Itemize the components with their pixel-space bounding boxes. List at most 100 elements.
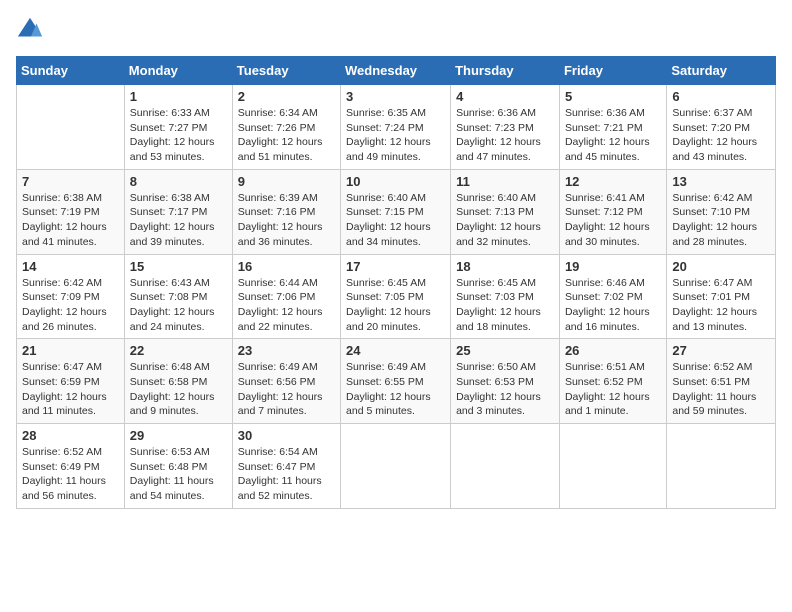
- day-info: Sunrise: 6:49 AM Sunset: 6:55 PM Dayligh…: [346, 360, 445, 419]
- day-number: 2: [238, 89, 335, 104]
- day-number: 9: [238, 174, 335, 189]
- day-number: 6: [672, 89, 770, 104]
- day-cell: 3 Sunrise: 6:35 AM Sunset: 7:24 PM Daylig…: [341, 85, 451, 170]
- day-info: Sunrise: 6:48 AM Sunset: 6:58 PM Dayligh…: [130, 360, 227, 419]
- day-number: 23: [238, 343, 335, 358]
- day-info: Sunrise: 6:53 AM Sunset: 6:48 PM Dayligh…: [130, 445, 227, 504]
- day-cell: 26 Sunrise: 6:51 AM Sunset: 6:52 PM Dayli…: [559, 339, 666, 424]
- day-cell: 10Sunrise: 6:40 AM Sunset: 7:15 PM Dayli…: [341, 169, 451, 254]
- day-cell: 24 Sunrise: 6:49 AM Sunset: 6:55 PM Dayli…: [341, 339, 451, 424]
- page-header: [16, 16, 776, 44]
- day-cell: 6 Sunrise: 6:37 AM Sunset: 7:20 PM Daylig…: [667, 85, 776, 170]
- day-cell: 2 Sunrise: 6:34 AM Sunset: 7:26 PM Daylig…: [232, 85, 340, 170]
- day-info: Sunrise: 6:47 AM Sunset: 6:59 PM Dayligh…: [22, 360, 119, 419]
- calendar-body: 1 Sunrise: 6:33 AM Sunset: 7:27 PM Daylig…: [17, 85, 776, 509]
- day-number: 16: [238, 259, 335, 274]
- day-info: Sunrise: 6:54 AM Sunset: 6:47 PM Dayligh…: [238, 445, 335, 504]
- day-number: 30: [238, 428, 335, 443]
- day-cell: 13 Sunrise: 6:42 AM Sunset: 7:10 PM Dayli…: [667, 169, 776, 254]
- day-number: 13: [672, 174, 770, 189]
- day-number: 27: [672, 343, 770, 358]
- day-number: 3: [346, 89, 445, 104]
- day-cell: 5 Sunrise: 6:36 AM Sunset: 7:21 PM Daylig…: [559, 85, 666, 170]
- day-number: 19: [565, 259, 661, 274]
- day-info: Sunrise: 6:38 AM Sunset: 7:17 PM Dayligh…: [130, 191, 227, 250]
- day-cell: 12Sunrise: 6:41 AM Sunset: 7:12 PM Dayli…: [559, 169, 666, 254]
- calendar-header: SundayMondayTuesdayWednesdayThursdayFrid…: [17, 57, 776, 85]
- day-cell: [667, 424, 776, 509]
- day-number: 12: [565, 174, 661, 189]
- day-cell: 4Sunrise: 6:36 AM Sunset: 7:23 PM Daylig…: [451, 85, 560, 170]
- day-number: 24: [346, 343, 445, 358]
- logo-icon: [16, 16, 44, 44]
- day-cell: 8Sunrise: 6:38 AM Sunset: 7:17 PM Daylig…: [124, 169, 232, 254]
- header-thursday: Thursday: [451, 57, 560, 85]
- day-info: Sunrise: 6:42 AM Sunset: 7:09 PM Dayligh…: [22, 276, 119, 335]
- day-info: Sunrise: 6:40 AM Sunset: 7:13 PM Dayligh…: [456, 191, 554, 250]
- week-row-1: 1 Sunrise: 6:33 AM Sunset: 7:27 PM Daylig…: [17, 85, 776, 170]
- day-number: 17: [346, 259, 445, 274]
- day-cell: 20 Sunrise: 6:47 AM Sunset: 7:01 PM Dayli…: [667, 254, 776, 339]
- day-number: 14: [22, 259, 119, 274]
- day-cell: [341, 424, 451, 509]
- header-wednesday: Wednesday: [341, 57, 451, 85]
- day-info: Sunrise: 6:43 AM Sunset: 7:08 PM Dayligh…: [130, 276, 227, 335]
- day-info: Sunrise: 6:46 AM Sunset: 7:02 PM Dayligh…: [565, 276, 661, 335]
- day-cell: 19 Sunrise: 6:46 AM Sunset: 7:02 PM Dayli…: [559, 254, 666, 339]
- day-info: Sunrise: 6:35 AM Sunset: 7:24 PM Dayligh…: [346, 106, 445, 165]
- day-info: Sunrise: 6:50 AM Sunset: 6:53 PM Dayligh…: [456, 360, 554, 419]
- week-row-5: 28 Sunrise: 6:52 AM Sunset: 6:49 PM Dayli…: [17, 424, 776, 509]
- day-number: 1: [130, 89, 227, 104]
- day-info: Sunrise: 6:51 AM Sunset: 6:52 PM Dayligh…: [565, 360, 661, 419]
- day-cell: 27Sunrise: 6:52 AM Sunset: 6:51 PM Dayli…: [667, 339, 776, 424]
- calendar-table: SundayMondayTuesdayWednesdayThursdayFrid…: [16, 56, 776, 509]
- day-info: Sunrise: 6:36 AM Sunset: 7:21 PM Dayligh…: [565, 106, 661, 165]
- day-cell: 17 Sunrise: 6:45 AM Sunset: 7:05 PM Dayli…: [341, 254, 451, 339]
- header-tuesday: Tuesday: [232, 57, 340, 85]
- day-number: 22: [130, 343, 227, 358]
- logo: [16, 16, 48, 44]
- day-info: Sunrise: 6:33 AM Sunset: 7:27 PM Dayligh…: [130, 106, 227, 165]
- day-info: Sunrise: 6:42 AM Sunset: 7:10 PM Dayligh…: [672, 191, 770, 250]
- day-info: Sunrise: 6:34 AM Sunset: 7:26 PM Dayligh…: [238, 106, 335, 165]
- day-number: 7: [22, 174, 119, 189]
- day-cell: 29 Sunrise: 6:53 AM Sunset: 6:48 PM Dayli…: [124, 424, 232, 509]
- day-info: Sunrise: 6:40 AM Sunset: 7:15 PM Dayligh…: [346, 191, 445, 250]
- header-friday: Friday: [559, 57, 666, 85]
- week-row-3: 14 Sunrise: 6:42 AM Sunset: 7:09 PM Dayli…: [17, 254, 776, 339]
- header-saturday: Saturday: [667, 57, 776, 85]
- day-number: 26: [565, 343, 661, 358]
- day-info: Sunrise: 6:52 AM Sunset: 6:49 PM Dayligh…: [22, 445, 119, 504]
- day-number: 18: [456, 259, 554, 274]
- day-cell: [17, 85, 125, 170]
- day-cell: 14 Sunrise: 6:42 AM Sunset: 7:09 PM Dayli…: [17, 254, 125, 339]
- day-cell: 30 Sunrise: 6:54 AM Sunset: 6:47 PM Dayli…: [232, 424, 340, 509]
- day-info: Sunrise: 6:44 AM Sunset: 7:06 PM Dayligh…: [238, 276, 335, 335]
- day-cell: [451, 424, 560, 509]
- day-number: 11: [456, 174, 554, 189]
- day-info: Sunrise: 6:45 AM Sunset: 7:05 PM Dayligh…: [346, 276, 445, 335]
- day-info: Sunrise: 6:49 AM Sunset: 6:56 PM Dayligh…: [238, 360, 335, 419]
- header-sunday: Sunday: [17, 57, 125, 85]
- day-number: 21: [22, 343, 119, 358]
- day-cell: 11 Sunrise: 6:40 AM Sunset: 7:13 PM Dayli…: [451, 169, 560, 254]
- day-number: 4: [456, 89, 554, 104]
- day-number: 29: [130, 428, 227, 443]
- day-number: 5: [565, 89, 661, 104]
- day-cell: 1 Sunrise: 6:33 AM Sunset: 7:27 PM Daylig…: [124, 85, 232, 170]
- day-info: Sunrise: 6:39 AM Sunset: 7:16 PM Dayligh…: [238, 191, 335, 250]
- day-cell: 28 Sunrise: 6:52 AM Sunset: 6:49 PM Dayli…: [17, 424, 125, 509]
- day-cell: 15Sunrise: 6:43 AM Sunset: 7:08 PM Dayli…: [124, 254, 232, 339]
- day-number: 28: [22, 428, 119, 443]
- day-cell: 7Sunrise: 6:38 AM Sunset: 7:19 PM Daylig…: [17, 169, 125, 254]
- week-row-4: 21 Sunrise: 6:47 AM Sunset: 6:59 PM Dayli…: [17, 339, 776, 424]
- day-info: Sunrise: 6:37 AM Sunset: 7:20 PM Dayligh…: [672, 106, 770, 165]
- day-cell: 9 Sunrise: 6:39 AM Sunset: 7:16 PM Daylig…: [232, 169, 340, 254]
- day-number: 20: [672, 259, 770, 274]
- day-cell: 23 Sunrise: 6:49 AM Sunset: 6:56 PM Dayli…: [232, 339, 340, 424]
- week-row-2: 7Sunrise: 6:38 AM Sunset: 7:19 PM Daylig…: [17, 169, 776, 254]
- day-cell: 21 Sunrise: 6:47 AM Sunset: 6:59 PM Dayli…: [17, 339, 125, 424]
- day-info: Sunrise: 6:45 AM Sunset: 7:03 PM Dayligh…: [456, 276, 554, 335]
- day-cell: [559, 424, 666, 509]
- day-info: Sunrise: 6:47 AM Sunset: 7:01 PM Dayligh…: [672, 276, 770, 335]
